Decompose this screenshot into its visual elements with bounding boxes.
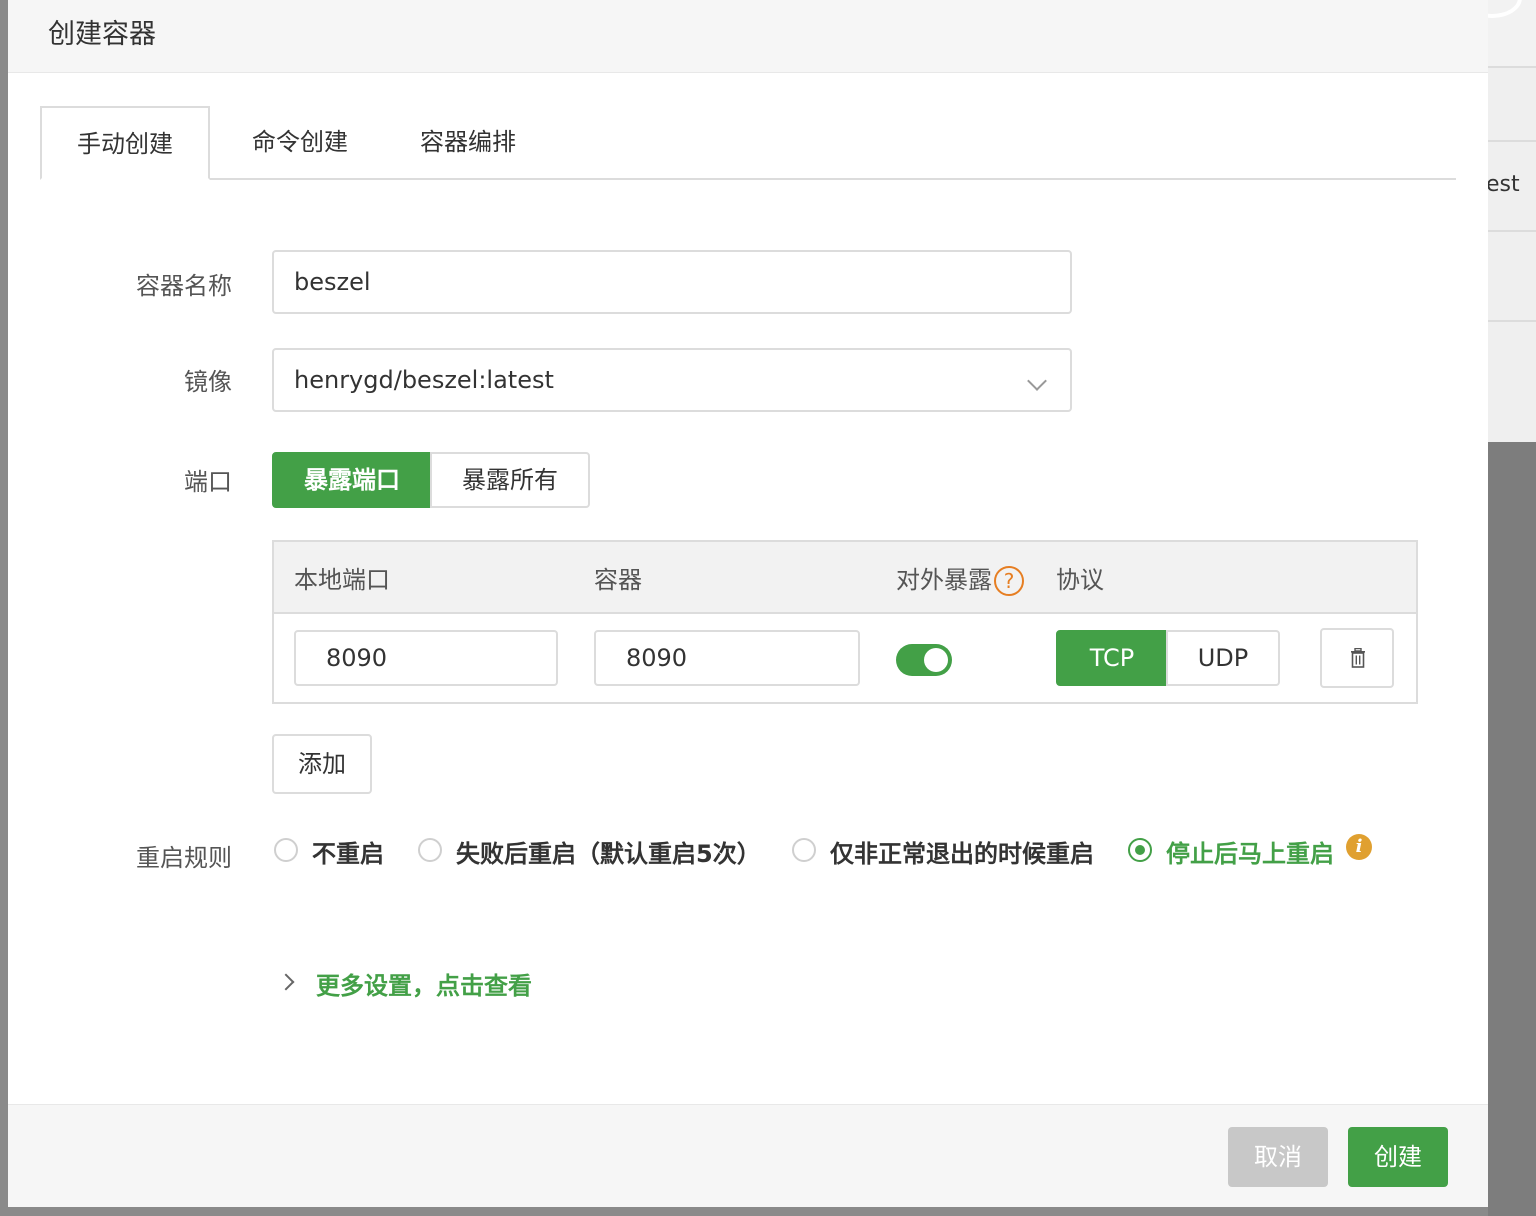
background-row	[1488, 68, 1536, 142]
column-container-port: 容器	[594, 566, 642, 594]
add-port-button[interactable]: 添加	[272, 734, 372, 794]
background-row	[1488, 232, 1536, 322]
tab-bar: 手动创建 命令创建 容器编排	[40, 106, 1456, 180]
create-container-dialog: 创建容器 手动创建 命令创建 容器编排 容器名称 beszel 镜像 henry…	[8, 0, 1488, 1207]
container-port-value: 8090	[626, 644, 688, 672]
protocol-udp-button[interactable]: UDP	[1166, 630, 1280, 686]
delete-row-button[interactable]	[1320, 628, 1394, 688]
protocol-tcp-button[interactable]: TCP	[1056, 630, 1168, 686]
tab-command-create[interactable]: 命令创建	[252, 106, 348, 178]
restart-no-label[interactable]: 不重启	[312, 834, 384, 869]
container-name-value: beszel	[294, 268, 371, 296]
port-table: 本地端口 容器 对外暴露? 协议 8090 8090 TCP UDP	[272, 540, 1418, 704]
tab-compose[interactable]: 容器编排	[420, 106, 516, 178]
container-name-input[interactable]: beszel	[272, 250, 1072, 314]
restart-on-failure-label[interactable]: 失败后重启（默认重启5次）	[456, 834, 761, 869]
restart-always-label[interactable]: 停止后马上重启	[1166, 834, 1334, 869]
image-value: henrygd/beszel:latest	[294, 366, 554, 394]
dialog-footer: 取消 创建	[8, 1104, 1488, 1207]
container-port-input[interactable]: 8090	[594, 630, 860, 686]
port-label: 端口	[184, 468, 232, 496]
more-settings-link[interactable]: 更多设置，点击查看	[316, 966, 532, 1001]
background-row-text: est	[1486, 172, 1520, 197]
restart-always-radio[interactable]	[1128, 838, 1152, 862]
expose-toggle[interactable]	[896, 644, 952, 676]
chevron-right-icon[interactable]	[277, 973, 295, 991]
column-local-port: 本地端口	[294, 566, 390, 594]
port-table-header: 本地端口 容器 对外暴露? 协议	[274, 542, 1416, 614]
trash-icon	[1351, 648, 1365, 668]
dialog-title: 创建容器	[48, 19, 156, 50]
restart-unless-abnormal-radio[interactable]	[792, 838, 816, 862]
restart-on-failure-radio[interactable]	[418, 838, 442, 862]
expose-ports-button[interactable]: 暴露端口	[272, 452, 432, 508]
expose-all-button[interactable]: 暴露所有	[430, 452, 590, 508]
local-port-value: 8090	[326, 644, 388, 672]
local-port-input[interactable]: 8090	[294, 630, 558, 686]
restart-unless-abnormal-label[interactable]: 仅非正常退出的时候重启	[830, 834, 1094, 869]
container-name-label: 容器名称	[136, 272, 232, 300]
column-expose: 对外暴露?	[896, 560, 1024, 596]
toggle-knob	[924, 648, 948, 672]
tab-manual-create[interactable]: 手动创建	[40, 106, 210, 180]
info-icon[interactable]: i	[1346, 834, 1372, 860]
column-protocol: 协议	[1056, 566, 1104, 594]
column-expose-label: 对外暴露	[896, 566, 992, 594]
dialog-header: 创建容器	[8, 0, 1488, 73]
create-button[interactable]: 创建	[1348, 1127, 1448, 1187]
help-icon[interactable]: ?	[994, 566, 1024, 596]
restart-policy-label: 重启规则	[136, 844, 232, 872]
image-select[interactable]: henrygd/beszel:latest	[272, 348, 1072, 412]
cancel-button[interactable]: 取消	[1228, 1127, 1328, 1187]
restart-no-radio[interactable]	[274, 838, 298, 862]
background-row	[1488, 322, 1536, 442]
chevron-down-icon	[1027, 371, 1047, 391]
image-label: 镜像	[184, 368, 232, 396]
